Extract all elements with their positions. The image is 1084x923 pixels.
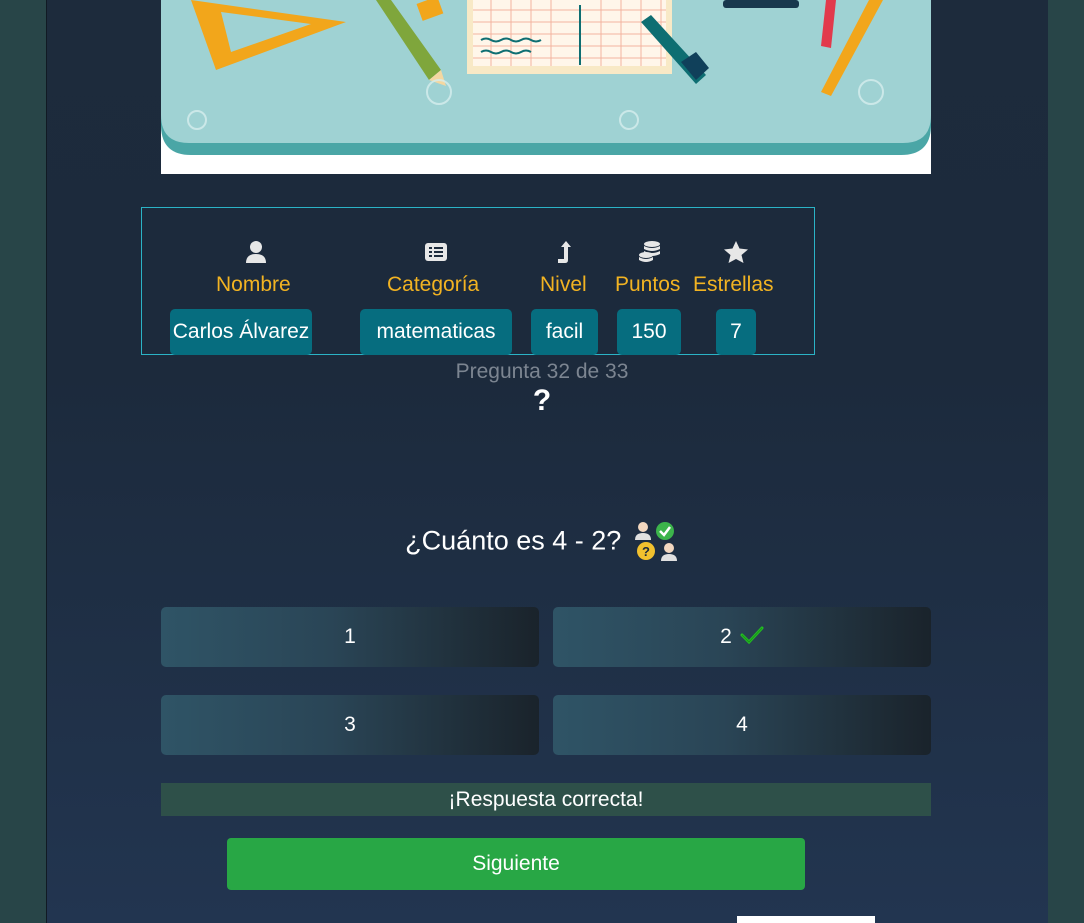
stat-value-category: matematicas [360, 309, 512, 355]
answer-option-label: 1 [344, 625, 356, 648]
answer-option-label: 3 [344, 713, 356, 736]
user-icon [246, 241, 266, 263]
question-mark-icon: ? [532, 384, 552, 417]
star-icon [724, 241, 748, 263]
answer-feedback-banner: ¡Respuesta correcta! [161, 783, 931, 816]
question-text-row: ¿Cuánto es 4 - 2? ? [0, 520, 1084, 562]
stat-value-name: Carlos Álvarez [170, 309, 312, 355]
stat-label-points: Puntos [615, 273, 681, 296]
page-background-right [1047, 0, 1084, 923]
stat-label-stars: Estrellas [693, 273, 774, 296]
question-progress: Pregunta 32 de 33 [455, 360, 629, 383]
next-button[interactable]: Siguiente [227, 838, 805, 890]
page-background-left [0, 0, 46, 923]
correct-check-icon [740, 626, 764, 645]
bottom-partial-element [737, 916, 875, 923]
answer-option-4[interactable]: 4 [553, 695, 931, 755]
quiz-people-icon: ? [634, 522, 677, 561]
answer-option-label: 2 [720, 625, 732, 648]
question-text: ¿Cuánto es 4 - 2? [405, 525, 622, 556]
stat-label-level: Nivel [540, 273, 587, 296]
player-stats-panel: Nombre Carlos Álvarez Categoría matemati… [141, 207, 815, 355]
level-up-icon [558, 241, 571, 263]
svg-text:?: ? [642, 544, 650, 559]
stat-value-stars: 7 [716, 309, 756, 355]
answer-option-3[interactable]: 3 [161, 695, 539, 755]
coins-icon [639, 241, 660, 262]
stat-value-points: 150 [617, 309, 681, 355]
answer-option-label: 4 [736, 713, 748, 736]
list-icon [425, 243, 447, 261]
answer-option-2[interactable]: 2 [553, 607, 931, 667]
answer-option-1[interactable]: 1 [161, 607, 539, 667]
stat-label-name: Nombre [216, 273, 291, 296]
stat-label-category: Categoría [387, 273, 480, 296]
stat-value-level: facil [531, 309, 598, 355]
hero-image [161, 0, 931, 174]
